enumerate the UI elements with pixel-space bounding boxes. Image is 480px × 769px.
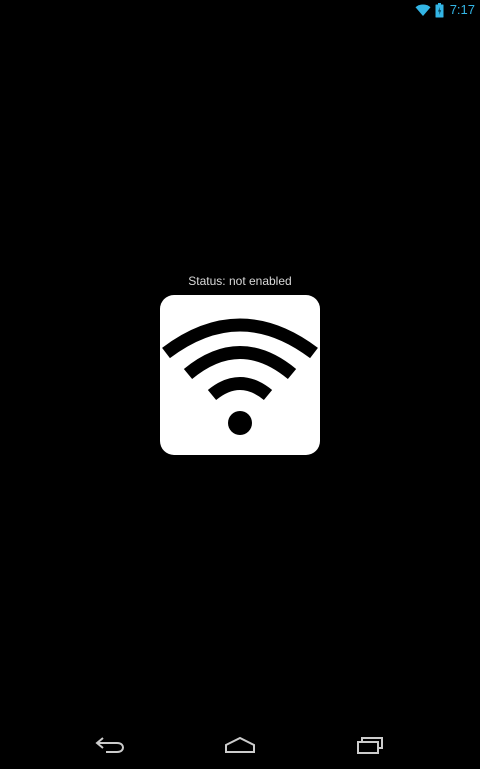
wifi-toggle-button[interactable] bbox=[160, 295, 320, 455]
home-icon bbox=[225, 736, 255, 753]
wifi-signal-icon bbox=[415, 3, 431, 17]
wifi-status-label: Status: not enabled bbox=[188, 274, 292, 288]
status-bar-right: 7:17 bbox=[415, 2, 475, 18]
recents-button[interactable] bbox=[322, 721, 418, 769]
clock: 7:17 bbox=[449, 2, 475, 17]
back-icon bbox=[95, 737, 125, 753]
recents-icon bbox=[357, 737, 383, 754]
navigation-bar bbox=[0, 721, 480, 769]
wifi-icon bbox=[162, 318, 318, 435]
home-button[interactable] bbox=[192, 721, 288, 769]
battery-icon bbox=[435, 2, 444, 18]
status-bar: 7:17 bbox=[0, 0, 480, 20]
back-button[interactable] bbox=[62, 721, 158, 769]
